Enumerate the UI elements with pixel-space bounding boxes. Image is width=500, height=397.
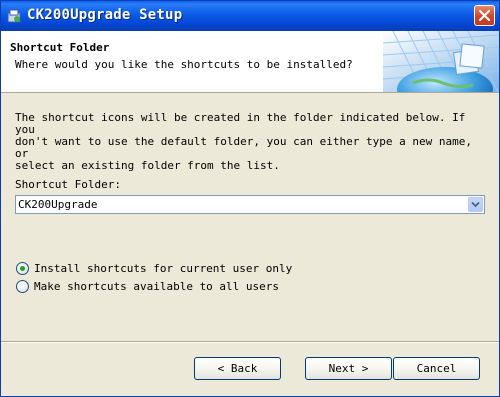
window-title: CK200Upgrade Setup xyxy=(27,7,183,23)
shortcut-folder-value[interactable]: CK200Upgrade xyxy=(18,198,97,211)
chevron-down-icon xyxy=(471,201,480,208)
dropdown-button[interactable] xyxy=(468,197,483,212)
next-button[interactable]: Next > xyxy=(305,357,392,380)
radio-button[interactable] xyxy=(16,262,29,275)
header-graphic xyxy=(383,31,499,92)
installer-icon xyxy=(7,9,21,23)
page-subtitle: Where would you like the shortcuts to be… xyxy=(15,58,353,71)
shortcut-folder-label: Shortcut Folder: xyxy=(15,178,121,191)
radio-current-user-label[interactable]: Install shortcuts for current user only xyxy=(34,262,292,275)
close-icon xyxy=(478,9,491,22)
header-panel: Shortcut Folder Where would you like the… xyxy=(1,31,499,93)
cancel-button[interactable]: Cancel xyxy=(393,357,480,380)
radio-selected-dot xyxy=(20,266,25,271)
close-button[interactable] xyxy=(474,5,495,26)
title-bar[interactable]: CK200Upgrade Setup xyxy=(1,1,499,31)
radio-button[interactable] xyxy=(16,280,29,293)
shortcut-folder-combobox[interactable]: CK200Upgrade xyxy=(15,195,485,214)
setup-window: CK200Upgrade Setup Shortcut Folder Where… xyxy=(0,0,500,397)
back-button[interactable]: < Back xyxy=(194,357,281,380)
divider xyxy=(1,341,499,343)
description-text: The shortcut icons will be created in th… xyxy=(15,111,472,172)
radio-all-users-label[interactable]: Make shortcuts available to all users xyxy=(34,280,279,293)
content-area: The shortcut icons will be created in th… xyxy=(1,92,499,392)
page-title: Shortcut Folder xyxy=(10,41,110,54)
